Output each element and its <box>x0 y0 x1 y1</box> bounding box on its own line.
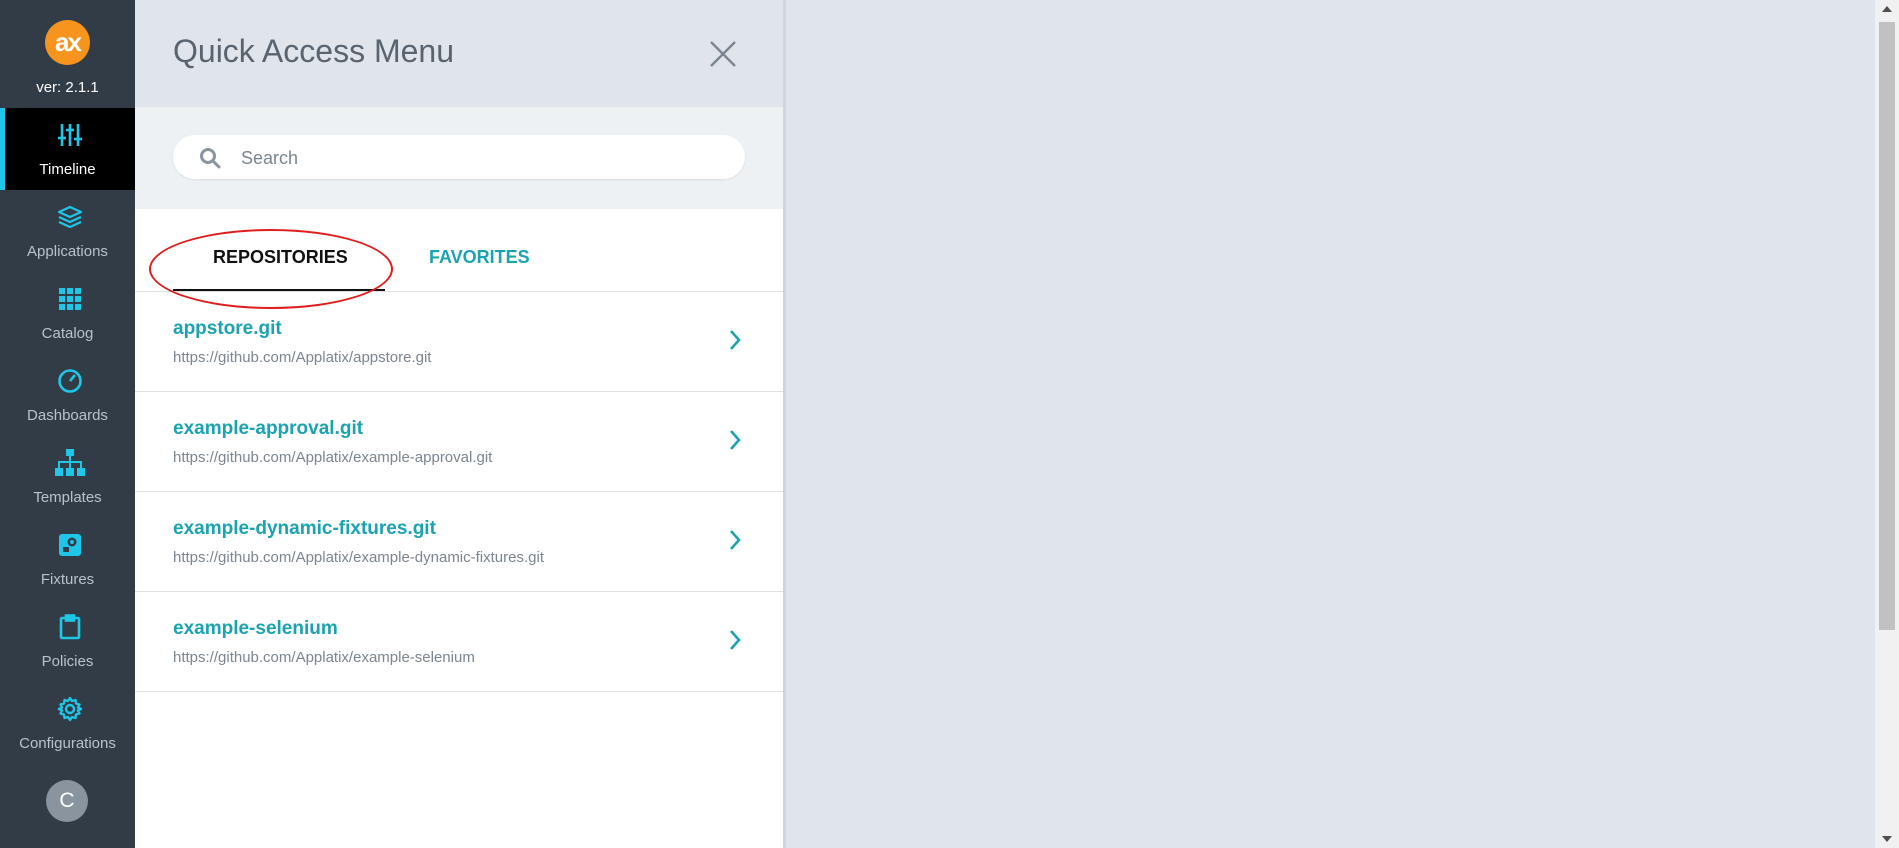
nav-item-templates[interactable]: Templates <box>0 436 135 518</box>
clipboard-icon <box>53 612 87 642</box>
nav-item-configurations[interactable]: Configurations <box>0 682 135 764</box>
close-button[interactable] <box>707 38 739 70</box>
repo-name[interactable]: example-approval.git <box>173 418 363 440</box>
nav-label-timeline: Timeline <box>39 161 96 178</box>
panel-title: Quick Access Menu <box>173 33 454 69</box>
side-navigation: ax ver: 2.1.1 Timeline Applications Cata… <box>0 0 135 848</box>
nav-label-dashboards: Dashboards <box>27 407 108 424</box>
speedometer-icon <box>53 366 87 396</box>
search-input[interactable] <box>239 141 723 175</box>
list-item[interactable]: example-approval.git https://github.com/… <box>135 392 783 492</box>
close-icon <box>710 41 736 67</box>
repo-name[interactable]: example-dynamic-fixtures.git <box>173 518 436 540</box>
nav-item-dashboards[interactable]: Dashboards <box>0 354 135 436</box>
list-item[interactable]: example-dynamic-fixtures.git https://git… <box>135 492 783 592</box>
ax-logo[interactable]: ax <box>45 20 90 65</box>
tab-favorites[interactable]: FAVORITES <box>429 247 530 268</box>
active-tab-indicator <box>173 289 385 291</box>
sitemap-icon <box>53 448 87 478</box>
tab-bar: REPOSITORIES FAVORITES <box>135 209 783 309</box>
layers-icon <box>53 202 87 232</box>
version-label: ver: 2.1.1 <box>36 79 99 96</box>
nav-label-configurations: Configurations <box>19 735 116 752</box>
repo-name[interactable]: appstore.git <box>173 318 282 340</box>
scrollbar-thumb[interactable] <box>1879 22 1895 630</box>
chevron-right-icon[interactable] <box>727 428 743 452</box>
list-item[interactable]: example-selenium https://github.com/Appl… <box>135 592 783 692</box>
nav-item-policies[interactable]: Policies <box>0 600 135 682</box>
nav-item-catalog[interactable]: Catalog <box>0 272 135 354</box>
chevron-right-icon[interactable] <box>727 528 743 552</box>
search-box[interactable] <box>173 135 745 179</box>
nav-item-fixtures[interactable]: Fixtures <box>0 518 135 600</box>
repo-url: https://github.com/Applatix/example-sele… <box>173 649 475 666</box>
quick-access-panel: Quick Access Menu REPOSITORIES FAVORITES… <box>135 0 786 848</box>
gear-icon <box>53 694 87 724</box>
chevron-right-icon[interactable] <box>727 328 743 352</box>
repo-url: https://github.com/Applatix/example-appr… <box>173 449 493 466</box>
repo-url: https://github.com/Applatix/appstore.git <box>173 349 432 366</box>
vertical-scrollbar[interactable] <box>1875 0 1899 848</box>
fixture-icon <box>53 530 87 560</box>
nav-label-applications: Applications <box>27 243 108 260</box>
chevron-right-icon[interactable] <box>727 628 743 652</box>
nav-item-timeline[interactable]: Timeline <box>0 108 135 190</box>
sliders-icon <box>53 120 87 150</box>
search-icon <box>200 148 221 169</box>
repository-list: appstore.git https://github.com/Applatix… <box>135 292 783 692</box>
nav-label-fixtures: Fixtures <box>40 571 95 588</box>
tab-repositories[interactable]: REPOSITORIES <box>213 247 348 268</box>
nav-item-applications[interactable]: Applications <box>0 190 135 272</box>
nav-label-catalog: Catalog <box>41 325 94 342</box>
nav-label-policies: Policies <box>41 653 94 670</box>
list-item[interactable]: appstore.git https://github.com/Applatix… <box>135 292 783 392</box>
user-avatar[interactable]: C <box>46 780 88 822</box>
panel-header: Quick Access Menu <box>135 0 783 107</box>
scroll-up-arrow-icon[interactable] <box>1875 0 1899 18</box>
nav-label-templates: Templates <box>33 489 102 506</box>
scroll-down-arrow-icon[interactable] <box>1875 830 1899 848</box>
repo-url: https://github.com/Applatix/example-dyna… <box>173 549 544 566</box>
grid-icon <box>53 284 87 314</box>
repo-name[interactable]: example-selenium <box>173 618 338 640</box>
search-area <box>135 107 783 209</box>
